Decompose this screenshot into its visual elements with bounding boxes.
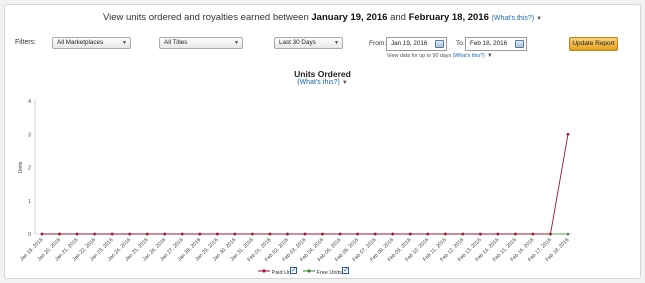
free-units-checkbox[interactable]: ✓ [342, 267, 349, 274]
data-point-paid-units [233, 232, 237, 236]
y-tick-label: 2 [28, 166, 31, 172]
data-point-paid-units [531, 232, 535, 236]
data-point-paid-units [268, 232, 272, 236]
data-point-paid-units [549, 232, 552, 236]
y-tick-label: 3 [28, 132, 31, 138]
data-point-paid-units [75, 232, 79, 236]
data-point-paid-units [128, 232, 132, 236]
data-point-paid-units [93, 232, 96, 236]
paid-units-checkbox[interactable]: ✓ [290, 267, 297, 274]
data-point-paid-units [566, 132, 570, 136]
data-point-paid-units [198, 232, 202, 236]
series-line-paid-units [42, 134, 569, 235]
data-point-paid-units [58, 232, 61, 236]
data-point-paid-units [391, 232, 395, 236]
y-tick-label: 1 [28, 199, 31, 205]
data-point-paid-units [110, 232, 114, 236]
data-point-paid-units [426, 232, 430, 236]
data-point-paid-units [356, 232, 359, 236]
data-point-paid-units [163, 232, 167, 236]
data-point-paid-units [321, 232, 324, 236]
data-point-free-units [566, 232, 570, 236]
data-point-paid-units [40, 232, 44, 236]
data-point-paid-units [514, 232, 517, 236]
legend-paid-marker [258, 269, 270, 273]
data-point-paid-units [408, 232, 412, 236]
data-point-paid-units [461, 232, 465, 236]
data-point-paid-units [373, 232, 377, 236]
data-point-paid-units [215, 232, 219, 236]
data-point-paid-units [303, 232, 307, 236]
legend-free-units: Free Units [303, 268, 342, 276]
data-point-paid-units [180, 232, 184, 236]
data-point-paid-units [338, 232, 342, 236]
data-point-paid-units [443, 232, 447, 236]
y-axis-title: Units [18, 161, 24, 173]
data-point-paid-units [496, 232, 500, 236]
legend-free-label: Free Units [316, 270, 342, 276]
data-point-paid-units [145, 232, 149, 236]
data-point-paid-units [251, 232, 254, 236]
y-tick-label: 4 [28, 99, 31, 105]
data-point-paid-units [478, 232, 482, 236]
data-point-paid-units [286, 232, 289, 236]
units-ordered-chart: 01234UnitsJan 19, 2016Jan 20, 2016Jan 21… [18, 99, 572, 263]
y-tick-label: 0 [28, 232, 31, 238]
legend-free-marker [303, 269, 315, 273]
